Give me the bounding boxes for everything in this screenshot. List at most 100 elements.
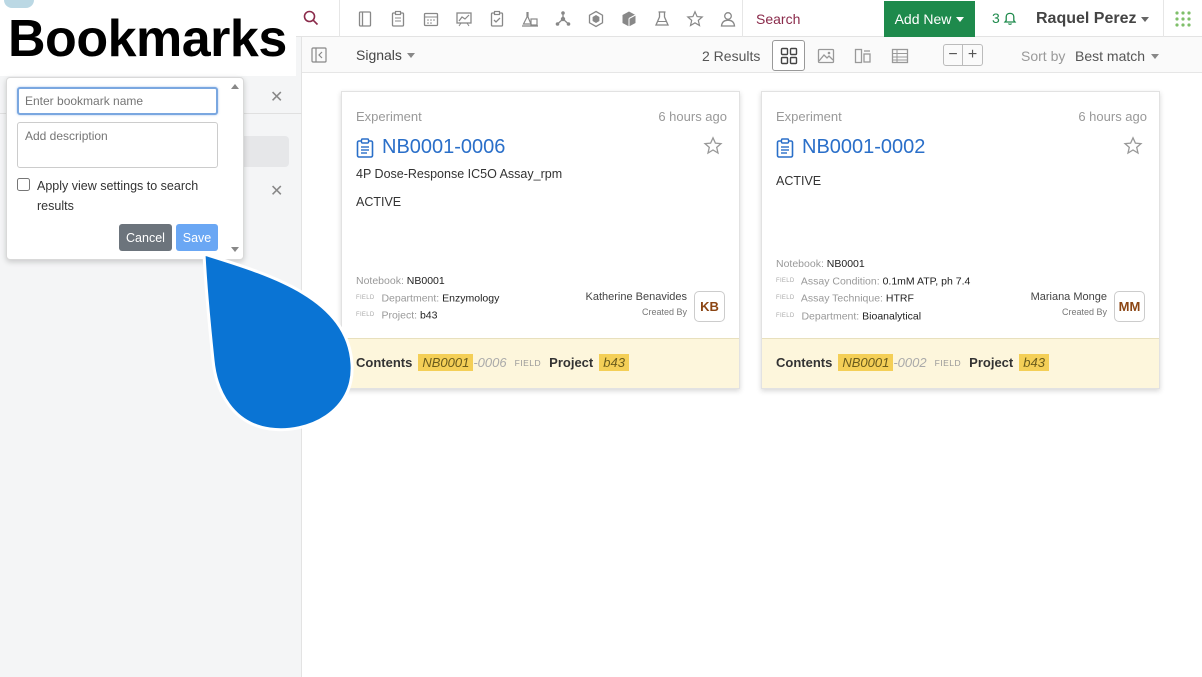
highlight-match: b43 xyxy=(599,354,629,371)
card-title-link[interactable]: NB0001-0006 xyxy=(356,136,505,159)
highlight-match: NB0001 xyxy=(838,354,894,371)
flask-rack-icon[interactable] xyxy=(513,0,546,37)
saved-search-item[interactable] xyxy=(240,136,289,167)
grid-view-icon xyxy=(780,47,797,64)
card-title: NB0001-0002 xyxy=(802,136,926,158)
add-new-button[interactable]: Add New xyxy=(884,1,975,37)
field-row: Notebook: NB0001 xyxy=(356,273,596,290)
apply-view-settings-checkbox[interactable] xyxy=(17,178,30,191)
grid-view-button[interactable] xyxy=(772,40,805,71)
card-status: ACTIVE xyxy=(356,195,402,209)
cancel-button[interactable]: Cancel xyxy=(119,224,172,251)
field-label: Assay Technique: xyxy=(800,292,883,305)
split-view-button[interactable] xyxy=(846,40,879,71)
chart-icon[interactable] xyxy=(447,0,480,37)
table-icon xyxy=(891,48,908,63)
zoom-out-button[interactable]: − xyxy=(944,45,964,65)
card-subtitle: 4P Dose-Response IC5O Assay_rpm xyxy=(356,167,563,181)
save-button[interactable]: Save xyxy=(176,224,218,251)
field-row: FIELD Project: b43 xyxy=(356,307,596,324)
avatar: KB xyxy=(694,291,725,322)
search-icon[interactable] xyxy=(302,9,320,27)
card-footer: Contents NB0001 -0006 FIELD Project b43 xyxy=(342,338,739,388)
field-value: HTRF xyxy=(885,292,914,305)
apps-grid-icon xyxy=(1175,10,1191,27)
zoom-controls: − + xyxy=(943,44,983,66)
field-value: Bioanalytical xyxy=(862,309,922,322)
bookmark-name-input[interactable] xyxy=(17,87,218,115)
avatar: MM xyxy=(1114,291,1145,322)
creator-name: Katherine Benavides xyxy=(585,291,687,303)
zoom-in-button[interactable]: + xyxy=(963,45,982,65)
clipboard-icon[interactable] xyxy=(381,0,414,37)
project-label: Project xyxy=(969,355,1014,370)
result-card[interactable]: Experiment 6 hours ago NB0001-0006 4P Do… xyxy=(341,91,740,389)
field-value: NB0001 xyxy=(826,258,865,270)
card-title-link[interactable]: NB0001-0002 xyxy=(776,136,925,159)
star-icon[interactable] xyxy=(678,0,711,37)
card-fields: Notebook: NB0001 FIELD Department: Enzym… xyxy=(356,273,596,325)
split-view-icon xyxy=(854,48,871,63)
user-menu[interactable]: Raquel Perez xyxy=(1036,10,1150,28)
chevron-down-icon xyxy=(1141,16,1150,22)
beaker-icon[interactable] xyxy=(645,0,678,37)
users-icon[interactable] xyxy=(711,0,744,37)
search-placeholder: Search xyxy=(756,11,801,27)
close-icon[interactable]: ✕ xyxy=(270,181,283,201)
sort-dropdown[interactable]: Best match xyxy=(1075,48,1160,64)
entity-filter-dropdown[interactable]: Signals xyxy=(356,47,415,63)
results-count: 2 Results xyxy=(702,48,761,64)
field-row: Notebook: NB0001 xyxy=(776,256,1016,273)
field-row: FIELD Department: Bioanalytical xyxy=(776,308,1016,325)
field-value: b43 xyxy=(419,309,438,322)
bookmark-description-input[interactable] xyxy=(17,122,218,168)
image-icon xyxy=(817,48,834,63)
card-footer: Contents NB0001 -0002 FIELD Project b43 xyxy=(762,338,1159,388)
image-view-button[interactable] xyxy=(809,40,842,71)
field-value: 0.1mM ATP, ph 7.4 xyxy=(882,275,971,288)
field-row: FIELD Assay Condition: 0.1mM ATP, ph 7.4 xyxy=(776,273,1016,290)
created-by-label: Created By xyxy=(641,307,687,317)
highlight-match: NB0001 xyxy=(418,354,474,371)
global-search-box[interactable]: Search xyxy=(742,0,884,37)
page-title: Bookmarks xyxy=(8,10,287,68)
calendar-icon[interactable] xyxy=(414,0,447,37)
apps-grid-button[interactable] xyxy=(1163,0,1202,37)
field-row: FIELD Department: Enzymology xyxy=(356,290,596,307)
card-type: Experiment xyxy=(776,109,842,124)
field-label: Project: xyxy=(381,309,418,322)
field-label: Assay Condition: xyxy=(800,275,880,288)
table-view-button[interactable] xyxy=(883,40,916,71)
close-icon[interactable]: ✕ xyxy=(270,87,283,107)
panel-toggle-icon[interactable] xyxy=(311,47,327,63)
creator-info: Katherine Benavides Created By xyxy=(585,291,687,317)
star-icon[interactable] xyxy=(1123,136,1143,156)
clipboard-check-icon[interactable] xyxy=(480,0,513,37)
sort-value: Best match xyxy=(1075,48,1146,64)
project-label: Project xyxy=(549,355,594,370)
apply-view-settings-label: Apply view settings to search results xyxy=(37,179,199,213)
molecule-icon[interactable] xyxy=(546,0,579,37)
results-toolbar: Signals 2 Results − + Sort by Best match xyxy=(302,37,1202,73)
field-tag: FIELD xyxy=(776,312,795,319)
star-icon[interactable] xyxy=(703,136,723,156)
card-title: NB0001-0006 xyxy=(382,136,506,158)
field-label: Notebook: xyxy=(776,258,824,270)
hexagon-icon[interactable] xyxy=(579,0,612,37)
chevron-down-icon xyxy=(956,16,965,22)
bell-icon xyxy=(1003,12,1017,25)
card-status: ACTIVE xyxy=(776,174,822,188)
notifications-button[interactable]: 3 xyxy=(992,10,1018,26)
chevron-down-icon xyxy=(1151,53,1160,59)
scroll-up-icon[interactable] xyxy=(231,84,239,89)
title-overlay: Bookmarks xyxy=(0,0,296,76)
scrollbar[interactable] xyxy=(229,80,241,256)
contents-label: Contents xyxy=(776,355,833,370)
app-logo xyxy=(4,0,34,8)
entity-icon-bar xyxy=(339,0,744,37)
field-tag: FIELD xyxy=(934,357,962,368)
pointer-drop-shape xyxy=(202,252,354,432)
notebook-icon[interactable] xyxy=(348,0,381,37)
cube-icon[interactable] xyxy=(612,0,645,37)
result-card[interactable]: Experiment 6 hours ago NB0001-0002 ACTIV… xyxy=(761,91,1160,389)
